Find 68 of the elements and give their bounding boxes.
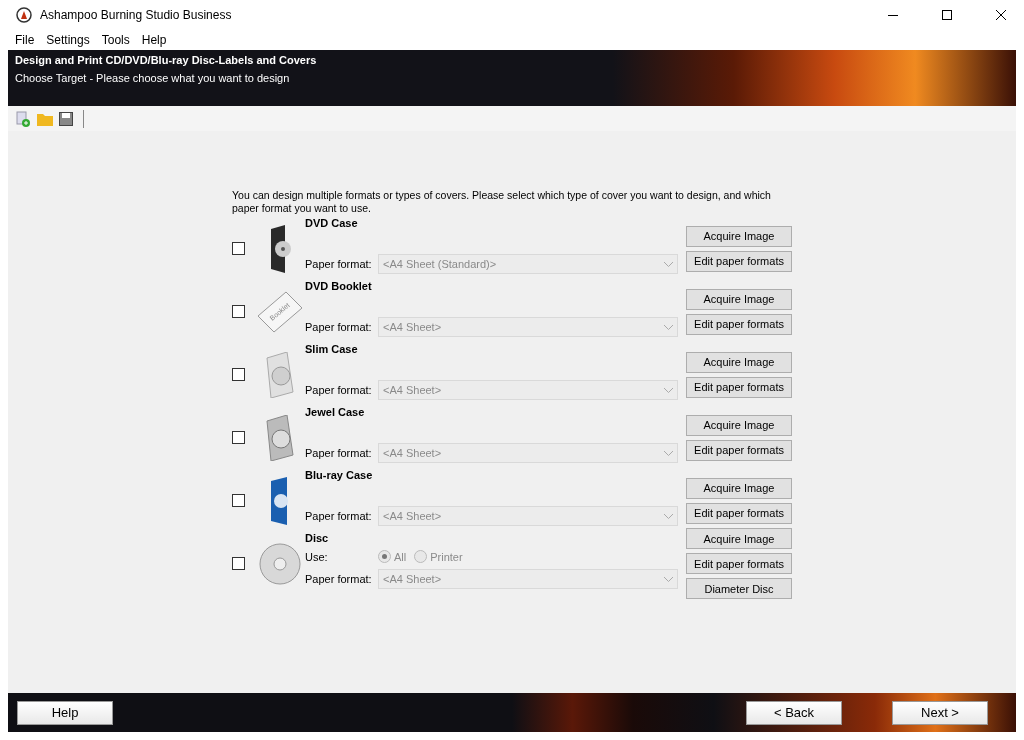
dropdown-value: <A4 Sheet> — [383, 510, 442, 522]
action-button[interactable]: Edit paper formats — [686, 250, 792, 272]
action-button[interactable]: Diameter Disc — [686, 578, 792, 599]
paper-format-label: Paper format: — [305, 384, 373, 396]
action-button[interactable]: Acquire Image — [686, 288, 792, 310]
checkbox[interactable] — [232, 557, 245, 570]
cover-type-title: DVD Booklet — [305, 280, 372, 292]
radio-label: All — [394, 550, 407, 563]
dropdown-value: <A4 Sheet> — [383, 573, 442, 585]
minimize-icon — [888, 14, 898, 16]
window-title: Ashampoo Burning Studio Business — [40, 8, 233, 22]
checkbox[interactable] — [232, 431, 245, 444]
action-button[interactable]: Edit paper formats — [686, 439, 792, 461]
close-icon — [996, 10, 1006, 20]
chevron-down-icon — [664, 513, 673, 519]
radio-button[interactable] — [378, 550, 391, 563]
save-icon[interactable] — [59, 111, 73, 126]
cover-type-title: Blu-ray Case — [305, 469, 373, 481]
checkbox[interactable] — [232, 305, 245, 318]
next-button[interactable]: Next > — [892, 700, 988, 725]
action-button[interactable]: Acquire Image — [686, 351, 792, 373]
radio-button[interactable] — [414, 550, 428, 563]
action-button[interactable]: Acquire Image — [686, 225, 792, 247]
checkbox[interactable] — [232, 494, 245, 507]
paper-format-label: Paper format: — [305, 573, 373, 585]
banner-title: Design and Print CD/DVD/Blu-ray Disc-Labels and Covers — [15, 54, 318, 66]
chevron-down-icon — [664, 324, 673, 330]
cover-type-title: Disc — [305, 532, 329, 544]
action-button[interactable]: Edit paper formats — [686, 553, 792, 574]
case-icon — [263, 351, 297, 398]
paper-format-label: Paper format: — [305, 510, 373, 522]
chevron-down-icon — [664, 450, 673, 456]
action-button[interactable]: Acquire Image — [686, 414, 792, 436]
cover-type-title: DVD Case — [305, 217, 358, 229]
action-button[interactable]: Edit paper formats — [686, 313, 792, 335]
action-button[interactable]: Acquire Image — [686, 528, 792, 549]
radio-label: Printer — [430, 550, 463, 563]
menu-item[interactable]: Settings — [40, 30, 96, 50]
banner-subtitle: Choose Target - Please choose what you want to design — [15, 72, 291, 84]
app-logo-icon — [16, 7, 32, 23]
action-button[interactable]: Edit paper formats — [686, 376, 792, 398]
maximize-icon — [942, 10, 952, 20]
menu-item[interactable]: File — [9, 30, 41, 50]
dropdown-value: <A4 Sheet (Standard)> — [383, 258, 497, 270]
dropdown-value: <A4 Sheet> — [383, 384, 442, 396]
case-icon — [263, 414, 297, 461]
cover-type-title: Slim Case — [305, 343, 358, 355]
intro-text: You can design multiple formats or types of covers. Please select which type of cover you want to design, and which paper format you want to use. — [232, 189, 772, 215]
action-button[interactable]: Acquire Image — [686, 477, 792, 499]
help-button[interactable]: Help — [17, 700, 113, 725]
menu-item[interactable]: Tools — [95, 30, 136, 50]
use-label: Use: — [305, 550, 329, 563]
dropdown-value: <A4 Sheet> — [383, 321, 442, 333]
cover-type-title: Jewel Case — [305, 406, 365, 418]
back-button[interactable]: < Back — [746, 700, 842, 725]
dropdown-value: <A4 Sheet> — [383, 447, 442, 459]
chevron-down-icon — [664, 387, 673, 393]
checkbox[interactable] — [232, 368, 245, 381]
checkbox[interactable] — [232, 242, 245, 255]
chevron-down-icon — [664, 576, 673, 582]
new-document-icon[interactable] — [15, 110, 31, 127]
paper-format-label: Paper format: — [305, 447, 373, 459]
paper-format-label: Paper format: — [305, 258, 373, 270]
action-button[interactable]: Edit paper formats — [686, 502, 792, 524]
chevron-down-icon — [664, 261, 673, 267]
menu-item[interactable]: Help — [135, 30, 173, 50]
paper-format-label: Paper format: — [305, 321, 373, 333]
disc-icon — [258, 541, 302, 586]
